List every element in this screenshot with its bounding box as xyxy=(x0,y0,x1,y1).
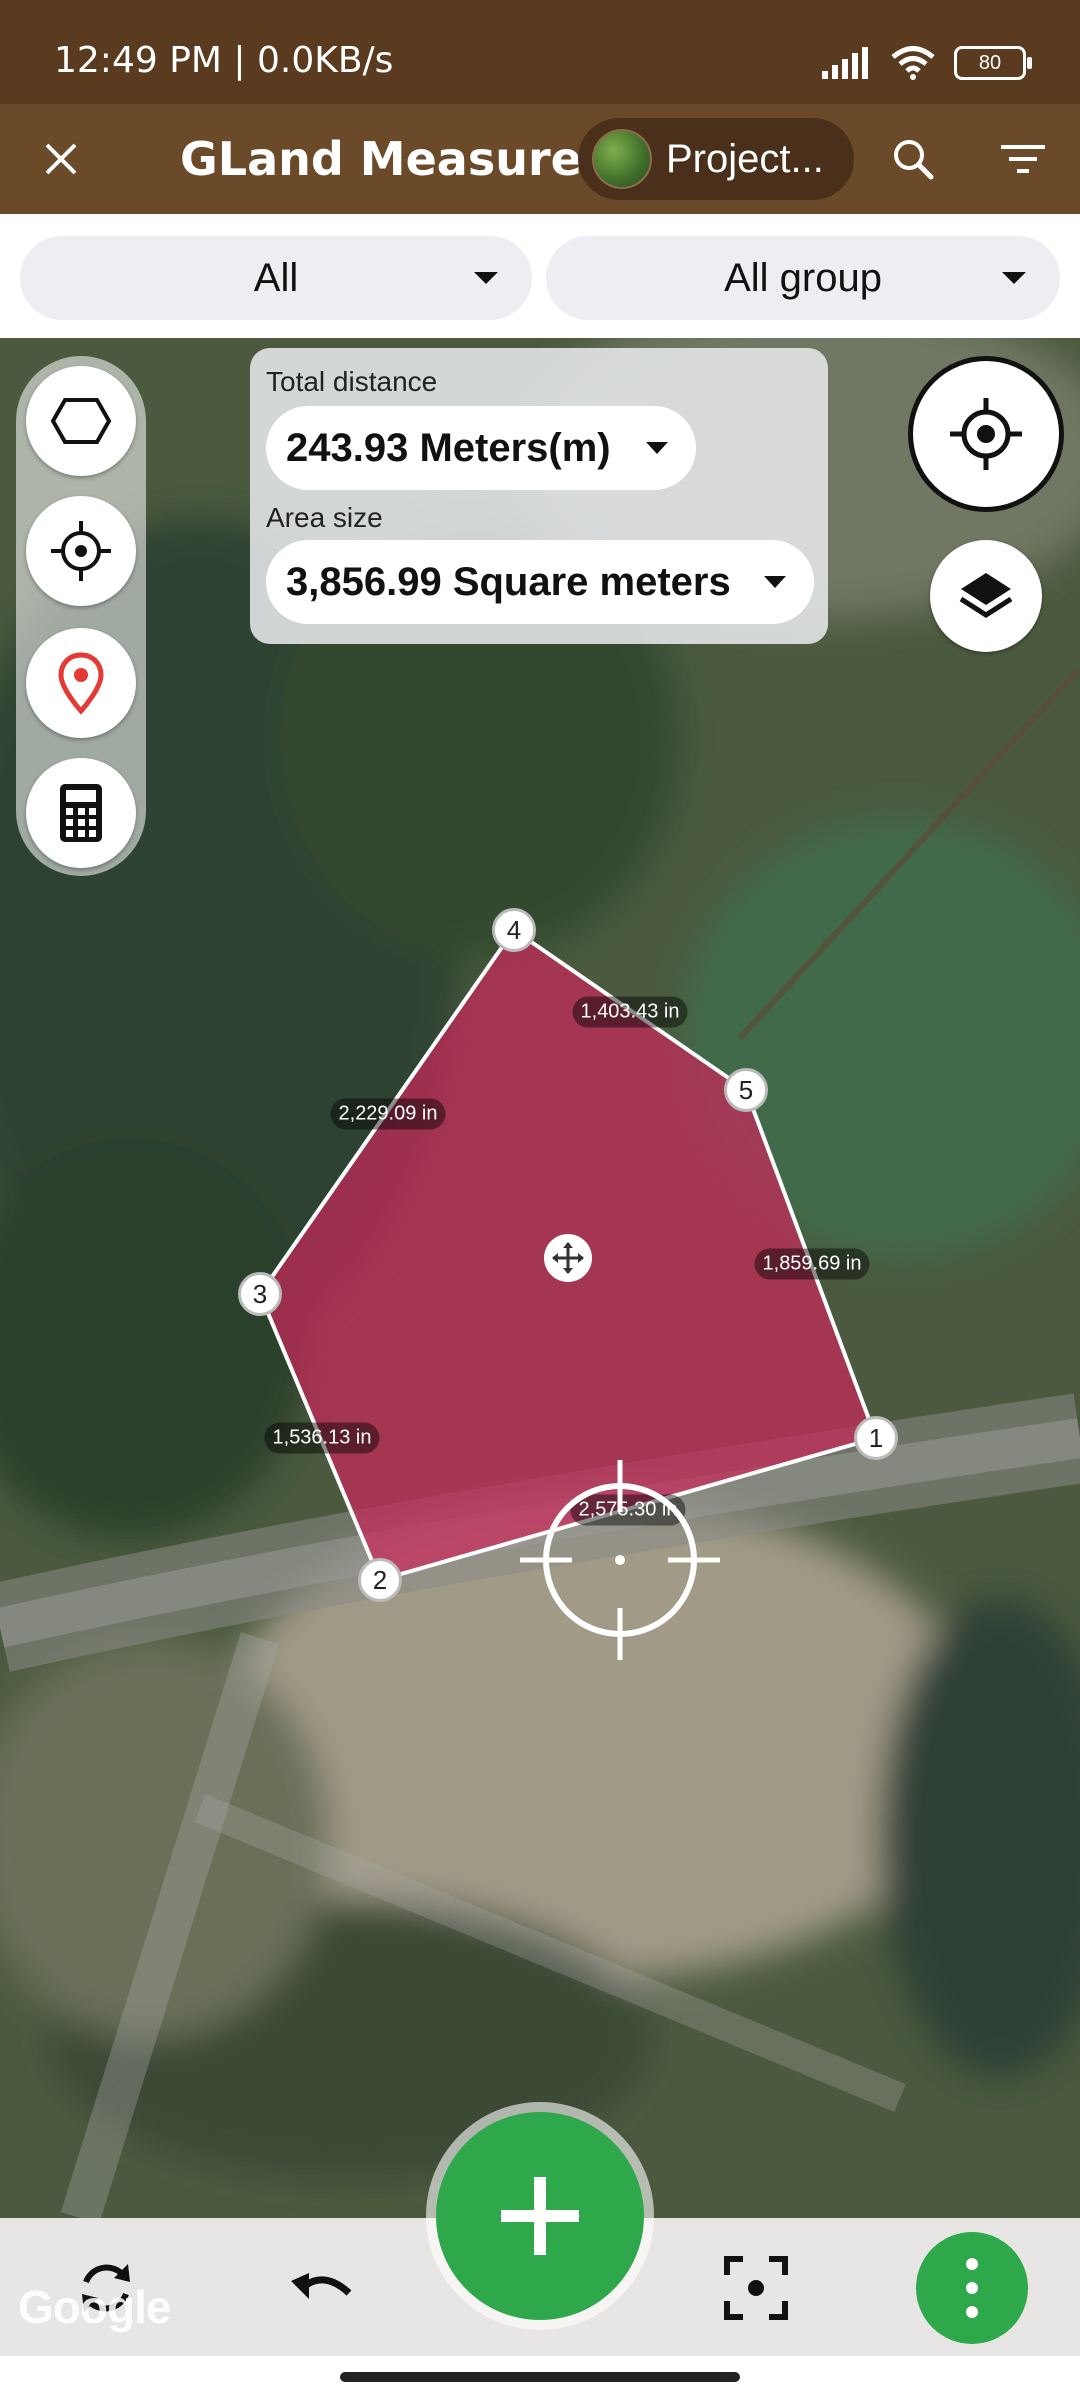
move-icon xyxy=(552,1242,584,1274)
crosshair-icon xyxy=(520,1460,720,1660)
area-unit-dropdown[interactable]: 3,856.99 Square meters xyxy=(266,540,814,624)
vertex-2[interactable]: 2 xyxy=(358,1558,402,1602)
filter-bar: All All group xyxy=(0,214,1080,338)
filter-icon xyxy=(1001,145,1045,173)
measurement-panel: Total distance 243.93 Meters(m) Area siz… xyxy=(250,348,828,644)
group-filter-dropdown[interactable]: All group xyxy=(546,236,1060,320)
chevron-down-icon xyxy=(764,576,786,588)
system-nav-bar xyxy=(0,2356,1080,2400)
search-icon xyxy=(894,140,934,180)
filter-button[interactable] xyxy=(990,126,1056,192)
google-attribution: Google xyxy=(18,2281,171,2333)
battery-icon: 80 xyxy=(954,46,1032,80)
total-distance-label: Total distance xyxy=(266,366,438,397)
undo-button[interactable] xyxy=(272,2238,372,2338)
pin-icon xyxy=(58,652,104,715)
pin-tool-button[interactable] xyxy=(26,628,136,738)
type-filter-value: All xyxy=(253,255,299,300)
locate-icon xyxy=(51,521,111,581)
add-button[interactable] xyxy=(436,2112,644,2320)
edge-label-2-3: 1,536.13 in xyxy=(264,1422,380,1454)
search-button[interactable] xyxy=(880,126,946,192)
type-filter-dropdown[interactable]: All xyxy=(20,236,532,320)
chevron-down-icon xyxy=(646,442,668,454)
calculator-icon xyxy=(60,784,102,842)
polygon-tool-icon xyxy=(50,398,112,444)
move-polygon-handle[interactable] xyxy=(544,1234,592,1282)
my-location-button[interactable] xyxy=(908,356,1064,512)
wifi-icon xyxy=(891,46,935,80)
total-distance-value: 243.93 Meters(m) xyxy=(286,425,611,470)
close-button[interactable] xyxy=(28,126,94,192)
map-layers-button[interactable] xyxy=(930,540,1042,652)
gps-icon xyxy=(950,398,1022,470)
edge-label-3-4: 2,229.09 in xyxy=(330,1098,446,1130)
layers-icon xyxy=(959,573,1013,618)
vertex-1[interactable]: 1 xyxy=(854,1416,898,1460)
distance-unit-dropdown[interactable]: 243.93 Meters(m) xyxy=(266,406,696,490)
chevron-down-icon xyxy=(474,272,498,284)
signal-icon xyxy=(822,47,868,79)
group-filter-value: All group xyxy=(724,255,882,300)
focus-icon xyxy=(724,2256,788,2320)
status-time: 12:49 PM | 0.0KB/s xyxy=(54,40,394,81)
more-options-button[interactable] xyxy=(916,2232,1028,2344)
polygon-tool-button[interactable] xyxy=(26,366,136,476)
vertex-3[interactable]: 3 xyxy=(238,1272,282,1316)
more-icon xyxy=(966,2258,978,2318)
vertex-5[interactable]: 5 xyxy=(724,1068,768,1112)
locate-tool-button[interactable] xyxy=(26,496,136,606)
tool-sidebar xyxy=(16,356,146,876)
edge-label-5-1: 1,859.69 in xyxy=(754,1248,870,1280)
add-icon xyxy=(501,2177,579,2255)
vertex-4[interactable]: 4 xyxy=(492,908,536,952)
status-icons: 80 xyxy=(822,46,1032,80)
focus-button[interactable] xyxy=(706,2238,806,2338)
area-size-label: Area size xyxy=(266,502,383,533)
app-bar: GLand Measure Project... xyxy=(0,104,1080,214)
project-label: Project... xyxy=(666,136,824,181)
edge-label-4-5: 1,403.43 in xyxy=(572,996,688,1028)
app-title: GLand Measure xyxy=(180,132,582,186)
project-thumbnail xyxy=(592,129,652,189)
close-icon xyxy=(45,143,77,175)
home-indicator[interactable] xyxy=(340,2372,740,2382)
undo-icon xyxy=(291,2273,352,2299)
calculator-tool-button[interactable] xyxy=(26,758,136,868)
status-bar: 12:49 PM | 0.0KB/s 80 xyxy=(0,0,1080,104)
area-size-value: 3,856.99 Square meters xyxy=(286,559,731,604)
chevron-down-icon xyxy=(1002,272,1026,284)
project-selector[interactable]: Project... xyxy=(578,118,854,200)
battery-level: 80 xyxy=(978,51,1002,74)
